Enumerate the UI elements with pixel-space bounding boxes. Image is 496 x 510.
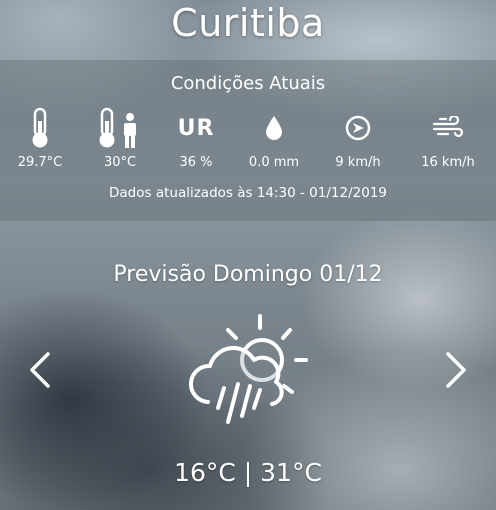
wind-gust-item: 16 km/h bbox=[408, 106, 488, 172]
wind-item: 9 km/h bbox=[318, 106, 398, 172]
temperature-item: 29.7°C bbox=[0, 106, 80, 172]
rain-value: 0.0 mm bbox=[248, 155, 300, 170]
thermometer-icon bbox=[0, 106, 80, 150]
rain-item: 0.0 mm bbox=[234, 106, 314, 172]
feels-like-icon bbox=[80, 106, 160, 150]
wind-gust-value: 16 km/h bbox=[421, 155, 475, 170]
temperature-value: 29.7°C bbox=[17, 155, 63, 170]
forecast-title: Previsão Domingo 01/12 bbox=[113, 262, 383, 287]
rain-drop-icon bbox=[234, 106, 314, 150]
feels-like-item: 30°C bbox=[80, 106, 160, 172]
chevron-right-icon[interactable] bbox=[442, 350, 470, 390]
wind-direction-icon bbox=[318, 106, 398, 150]
previous-day-button[interactable] bbox=[26, 350, 54, 394]
wind-gust-icon bbox=[408, 106, 488, 150]
humidity-value: 36 % bbox=[179, 155, 213, 170]
last-updated-text: Dados atualizados às 14:30 - 01/12/2019 bbox=[109, 185, 387, 201]
next-day-button[interactable] bbox=[442, 350, 470, 394]
chevron-left-icon[interactable] bbox=[26, 350, 54, 390]
sun-cloud-rain-icon bbox=[180, 312, 316, 444]
current-conditions-title: Condições Atuais bbox=[170, 73, 326, 94]
humidity-icon: UR bbox=[177, 115, 215, 141]
wind-value: 9 km/h bbox=[335, 155, 381, 170]
forecast-temperatures: 16°C | 31°C bbox=[174, 458, 322, 487]
humidity-item: UR 36 % bbox=[156, 106, 236, 172]
city-title: Curitiba bbox=[171, 1, 325, 45]
feels-like-value: 30°C bbox=[103, 155, 137, 170]
